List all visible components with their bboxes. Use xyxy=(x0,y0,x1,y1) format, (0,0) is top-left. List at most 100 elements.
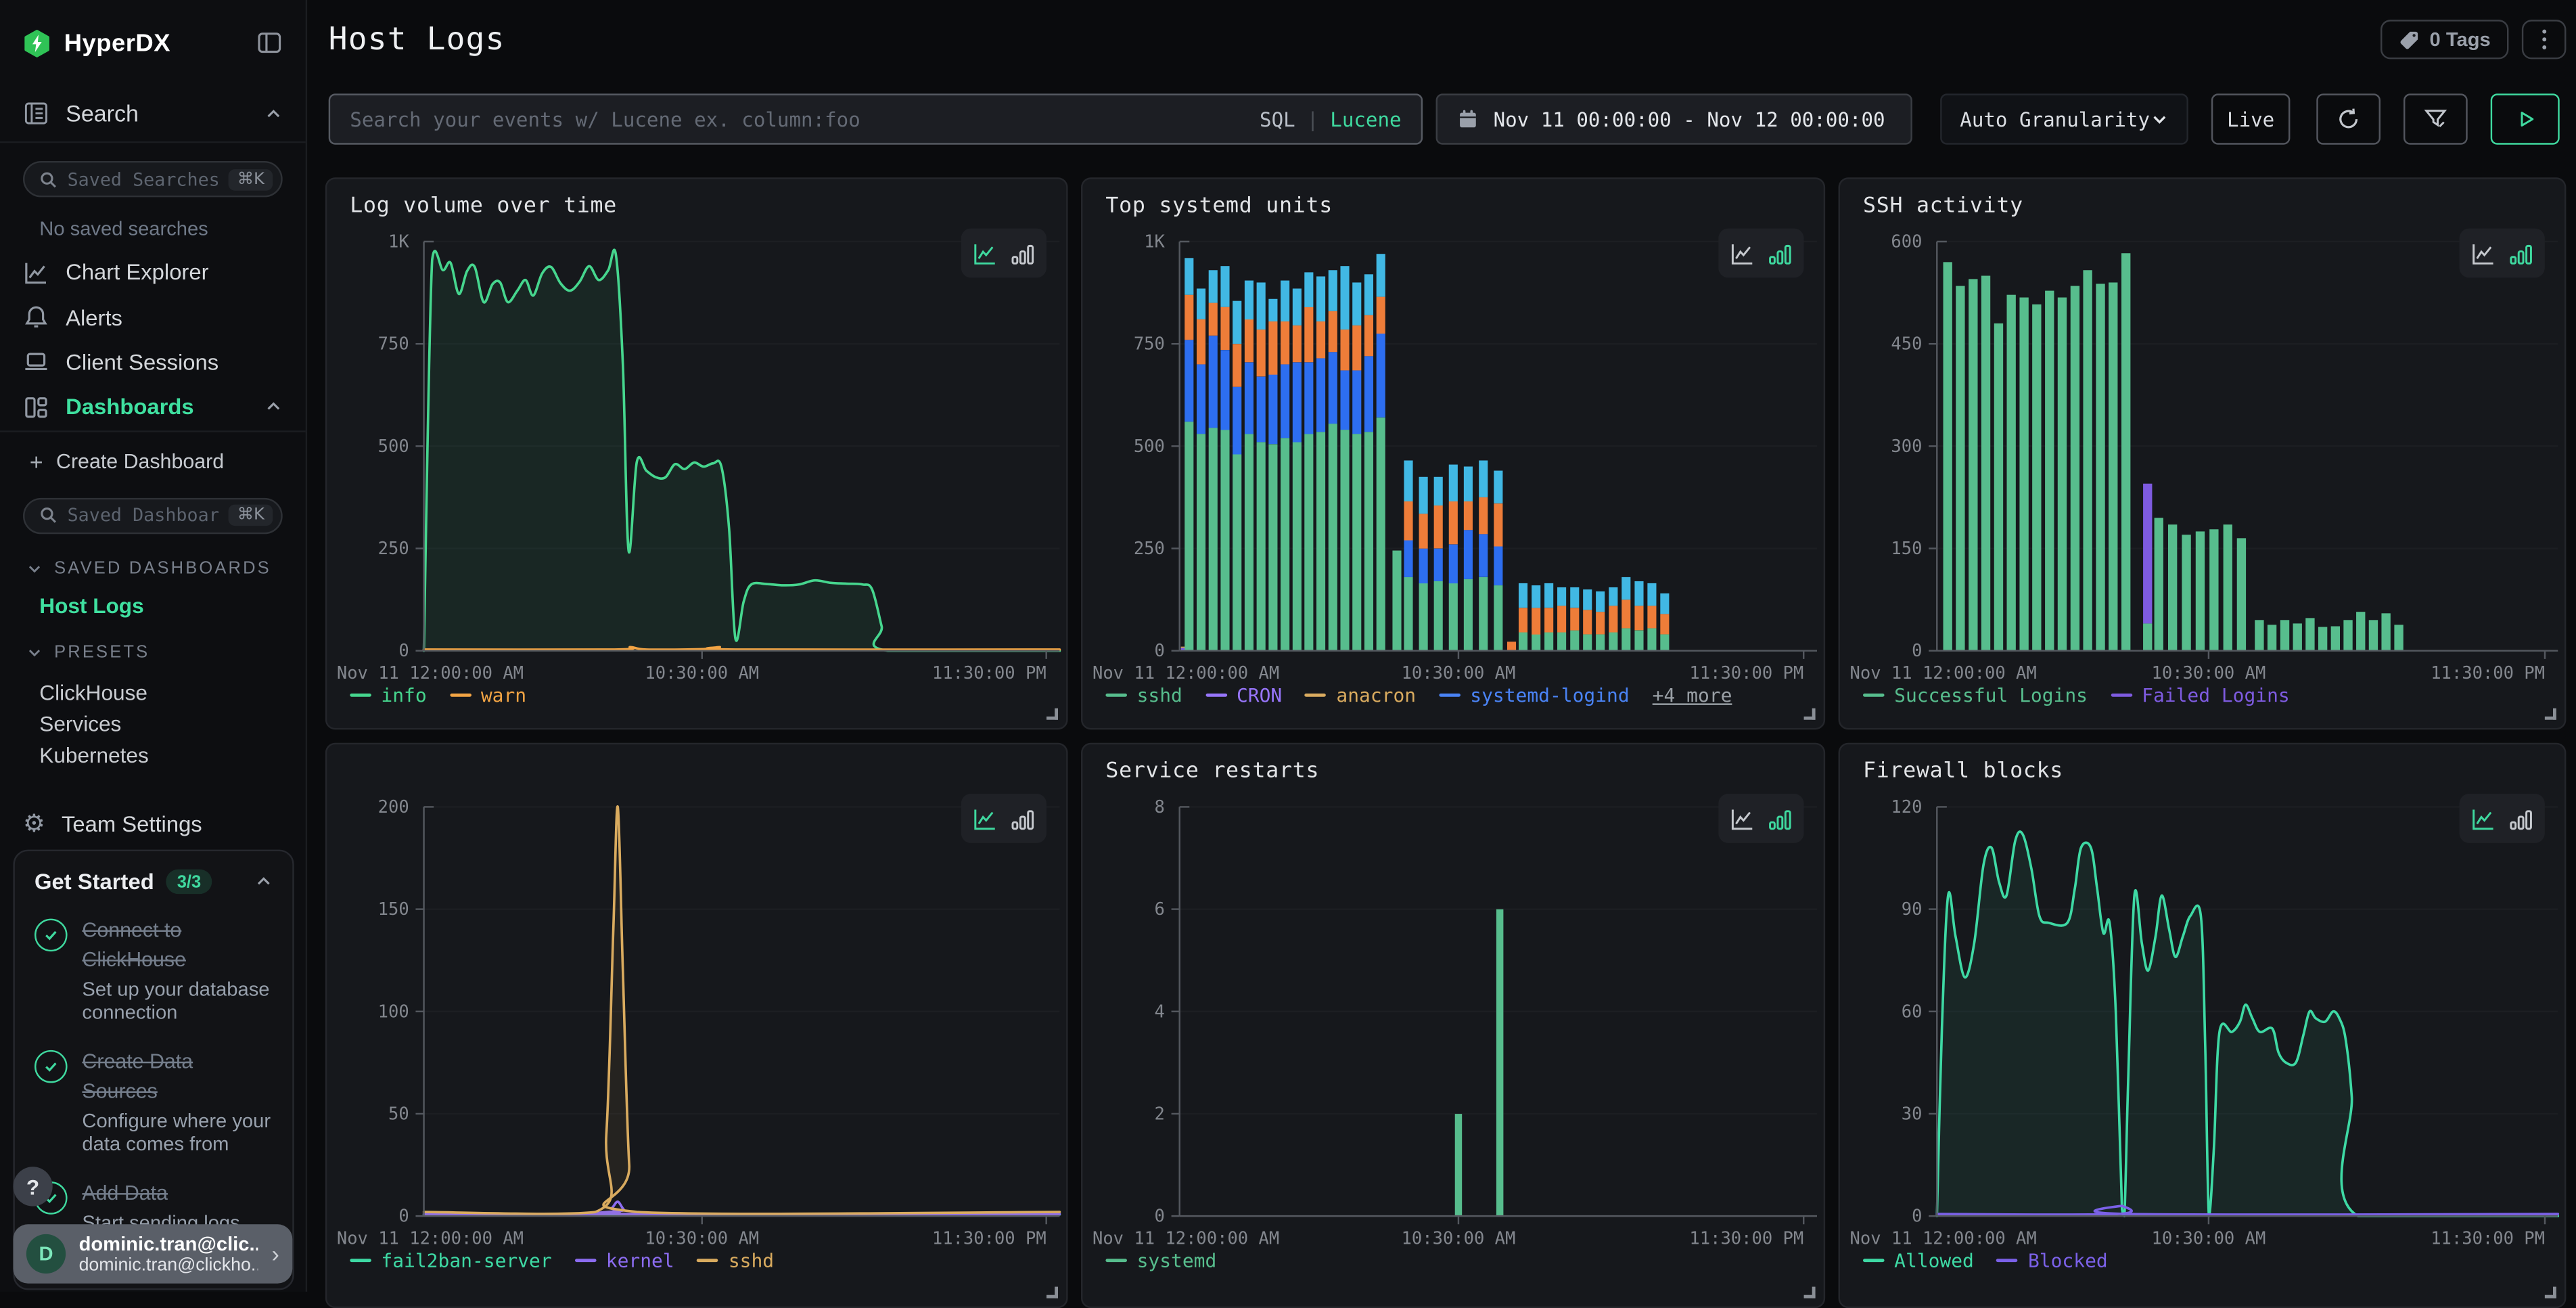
svg-text:Nov 11 12:00:00 AM: Nov 11 12:00:00 AM xyxy=(1092,1228,1279,1245)
panel-resize-handle[interactable] xyxy=(1046,1287,1058,1299)
panel-resize-handle[interactable] xyxy=(1804,1287,1816,1299)
sidebar-item-dashboards[interactable]: Dashboards xyxy=(0,385,306,430)
chevron-up-icon[interactable] xyxy=(254,873,273,891)
get-started-step-connect[interactable]: Connect to ClickHouseSet up your databas… xyxy=(34,916,273,1025)
legend-item[interactable]: info xyxy=(350,683,426,706)
legend-item[interactable]: anacron xyxy=(1305,683,1416,706)
svg-text:10:30:00 AM: 10:30:00 AM xyxy=(645,1228,759,1245)
create-dashboard-button[interactable]: + Create Dashboard xyxy=(0,432,306,491)
sidebar-item-team-settings[interactable]: ⚙ Team Settings xyxy=(0,808,306,841)
svg-text:0: 0 xyxy=(398,641,409,661)
svg-text:10:30:00 AM: 10:30:00 AM xyxy=(645,663,759,680)
chart-legend: systemd xyxy=(1105,1249,1216,1272)
legend-item[interactable]: Failed Logins xyxy=(2111,683,2290,706)
get-started-title: Get Started xyxy=(34,870,154,894)
sidebar-preset-clickhouse[interactable]: ClickHouse xyxy=(0,677,306,708)
shortcut-badge: ⌘K xyxy=(229,168,273,190)
date-range-value: Nov 11 00:00:00 - Nov 12 00:00:00 xyxy=(1494,108,1885,131)
chart-type-toggle xyxy=(1718,229,1803,278)
legend-item[interactable]: Successful Logins xyxy=(1863,683,2088,706)
chart-panel-top-systemd-units: Top systemd units 02505007501KNov 11 12:… xyxy=(1081,177,1825,729)
chevron-up-icon[interactable] xyxy=(264,104,283,122)
panel-resize-handle[interactable] xyxy=(2545,708,2556,720)
legend-item[interactable]: sshd xyxy=(1105,683,1182,706)
event-search-field[interactable] xyxy=(350,108,1260,131)
bar-chart-icon[interactable] xyxy=(2508,806,2533,830)
legend-item[interactable]: sshd xyxy=(697,1249,774,1272)
svg-text:0: 0 xyxy=(1155,641,1165,661)
sidebar-dashboard-host-logs[interactable]: Host Logs xyxy=(0,593,306,619)
chevron-up-icon[interactable] xyxy=(264,399,283,417)
saved-dashboards-input[interactable]: ⌘K xyxy=(23,497,283,533)
chart-title: Log volume over time xyxy=(350,194,617,219)
section-saved-dashboards[interactable]: SAVED DASHBOARDS xyxy=(0,556,306,579)
legend-item[interactable]: kernel xyxy=(575,1249,674,1272)
event-search-input[interactable]: SQL | Lucene xyxy=(329,93,1423,144)
sidebar-preset-kubernetes[interactable]: Kubernetes xyxy=(0,739,306,770)
toolbar: SQL | Lucene Nov 11 00:00:00 - Nov 12 00… xyxy=(329,93,2567,144)
live-button[interactable]: Live xyxy=(2211,93,2291,144)
svg-text:11:30:00 PM: 11:30:00 PM xyxy=(2431,1228,2545,1245)
legend-swatch xyxy=(350,694,371,697)
legend-swatch xyxy=(1105,1259,1127,1262)
line-chart-icon[interactable] xyxy=(1730,806,1754,830)
bar-chart-icon[interactable] xyxy=(1011,241,1035,265)
filter-button[interactable] xyxy=(2404,93,2468,144)
run-query-button[interactable] xyxy=(2491,93,2560,144)
legend-item[interactable]: systemd xyxy=(1105,1249,1216,1272)
legend-item[interactable]: CRON xyxy=(1205,683,1282,706)
legend-item[interactable]: systemd-logind xyxy=(1439,683,1630,706)
collapse-sidebar-icon[interactable] xyxy=(256,30,283,56)
bar-chart-icon[interactable] xyxy=(2508,241,2533,265)
sidebar-preset-services[interactable]: Services xyxy=(0,708,306,739)
bar-chart-icon[interactable] xyxy=(1768,806,1792,830)
bar-chart-icon[interactable] xyxy=(1011,806,1035,830)
no-saved-searches-text: No saved searches xyxy=(39,217,305,240)
user-menu[interactable]: D dominic.tran@clic... dominic.tran@clic… xyxy=(13,1224,292,1283)
panel-resize-handle[interactable] xyxy=(1046,708,1058,720)
svg-text:750: 750 xyxy=(378,334,409,355)
sidebar-item-alerts[interactable]: Alerts xyxy=(0,295,306,340)
saved-dashboards-field[interactable] xyxy=(68,505,219,526)
sql-toggle[interactable]: SQL xyxy=(1260,108,1295,131)
line-chart-icon[interactable] xyxy=(2471,241,2496,265)
legend-item[interactable]: fail2ban-server xyxy=(350,1249,551,1272)
legend-swatch xyxy=(1205,694,1227,697)
legend-more-link[interactable]: +4 more xyxy=(1653,683,1732,706)
panel-resize-handle[interactable] xyxy=(1804,708,1816,720)
sidebar-item-client-sessions[interactable]: Client Sessions xyxy=(0,340,306,385)
lucene-toggle[interactable]: Lucene xyxy=(1330,108,1401,131)
chevron-down-icon xyxy=(2150,110,2169,129)
refresh-button[interactable] xyxy=(2316,93,2380,144)
more-options-button[interactable] xyxy=(2522,20,2567,59)
app-root: HyperDX Search ⌘K No saved searches Char… xyxy=(0,0,2576,1292)
tags-button[interactable]: 0 Tags xyxy=(2380,20,2509,59)
page-title: Host Logs xyxy=(329,22,505,58)
legend-item[interactable]: Allowed xyxy=(1863,1249,1974,1272)
line-chart-icon[interactable] xyxy=(1730,241,1754,265)
line-chart-icon[interactable] xyxy=(973,806,997,830)
bar-chart-icon[interactable] xyxy=(1768,241,1792,265)
legend-item[interactable]: Blocked xyxy=(1997,1249,2108,1272)
date-range-picker[interactable]: Nov 11 00:00:00 - Nov 12 00:00:00 xyxy=(1436,93,1912,144)
help-button[interactable]: ? xyxy=(13,1167,52,1206)
sidebar-item-chart-explorer[interactable]: Chart Explorer xyxy=(0,250,306,295)
saved-searches-field[interactable] xyxy=(68,168,219,190)
legend-item[interactable]: warn xyxy=(450,683,526,706)
chart-legend: info warn xyxy=(350,683,526,706)
calendar-icon xyxy=(1457,108,1479,130)
granularity-select[interactable]: Auto Granularity xyxy=(1940,93,2188,144)
section-presets[interactable]: PRESETS xyxy=(0,640,306,663)
line-chart-icon[interactable] xyxy=(2471,806,2496,830)
panel-resize-handle[interactable] xyxy=(2545,1287,2556,1299)
svg-text:Nov 11 12:00:00 AM: Nov 11 12:00:00 AM xyxy=(1092,663,1279,680)
legend-swatch xyxy=(1863,1259,1885,1262)
chart-panel-auth-events: 050100150200Nov 11 12:00:00 AM10:30:00 A… xyxy=(325,743,1068,1308)
sidebar-item-search[interactable]: Search xyxy=(0,85,306,143)
saved-searches-input[interactable]: ⌘K xyxy=(23,161,283,197)
get-started-step-sources[interactable]: Create Data SourcesConfigure where your … xyxy=(34,1046,273,1156)
search-section-label: Search xyxy=(66,100,139,127)
legend-swatch xyxy=(2111,694,2132,697)
legend-swatch xyxy=(697,1259,719,1262)
line-chart-icon[interactable] xyxy=(973,241,997,265)
